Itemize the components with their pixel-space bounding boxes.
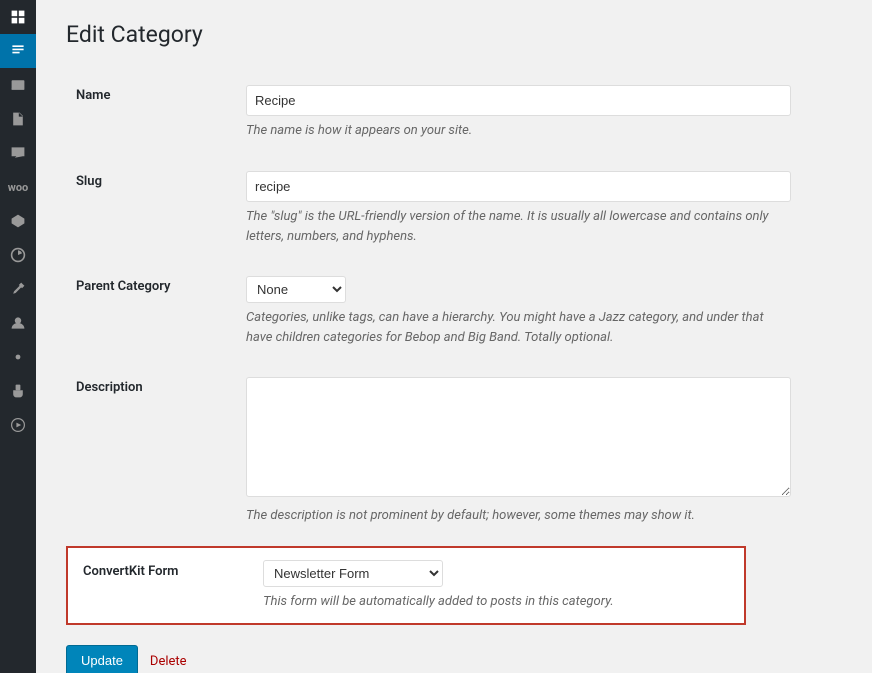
convertkit-form-field: Newsletter Form This form will be automa… [263,560,729,612]
parent-category-cell: None Categories, unlike tags, can have a… [246,261,842,362]
description-textarea[interactable] [246,377,791,497]
products-icon[interactable] [0,204,36,238]
slug-cell: The "slug" is the URL-friendly version o… [246,156,842,262]
page-title: Edit Category [66,20,842,50]
parent-category-description: Categories, unlike tags, can have a hier… [246,308,791,347]
description-row: Description The description is not promi… [66,362,842,541]
woocommerce-icon[interactable]: woo [0,170,36,204]
form-actions: Update Delete [66,645,842,673]
form-table: Name The name is how it appears on your … [66,70,842,541]
pages-icon[interactable] [0,102,36,136]
sidebar: woo [0,0,36,673]
name-label: Name [66,70,246,156]
parent-category-row: Parent Category None Categories, unlike … [66,261,842,362]
posts-icon[interactable] [0,34,36,68]
parent-category-label: Parent Category [66,261,246,362]
slug-description: The "slug" is the URL-friendly version o… [246,207,791,246]
plugin-icon[interactable] [0,374,36,408]
name-row: Name The name is how it appears on your … [66,70,842,156]
main-content: Edit Category Name The name is how it ap… [36,0,872,673]
play-icon[interactable] [0,408,36,442]
dashboard-icon[interactable] [0,0,36,34]
convertkit-form-label: ConvertKit Form [83,560,243,579]
slug-label: Slug [66,156,246,262]
convertkit-form-description: This form will be automatically added to… [263,592,729,612]
update-button[interactable]: Update [66,645,138,673]
description-cell: The description is not prominent by defa… [246,362,842,541]
delete-button[interactable]: Delete [150,654,187,669]
convertkit-box: ConvertKit Form Newsletter Form This for… [66,546,746,626]
slug-input[interactable] [246,171,791,203]
name-cell: The name is how it appears on your site. [246,70,842,156]
name-description: The name is how it appears on your site. [246,121,791,141]
tools-icon[interactable] [0,272,36,306]
slug-row: Slug The "slug" is the URL-friendly vers… [66,156,842,262]
media-icon[interactable] [0,68,36,102]
users-icon[interactable] [0,306,36,340]
analytics-icon[interactable] [0,238,36,272]
settings-icon[interactable] [0,340,36,374]
description-field-description: The description is not prominent by defa… [246,506,791,526]
description-label: Description [66,362,246,541]
name-input[interactable] [246,85,791,117]
convertkit-form-select[interactable]: Newsletter Form [263,560,443,587]
comments-icon[interactable] [0,136,36,170]
parent-category-select[interactable]: None [246,276,346,303]
